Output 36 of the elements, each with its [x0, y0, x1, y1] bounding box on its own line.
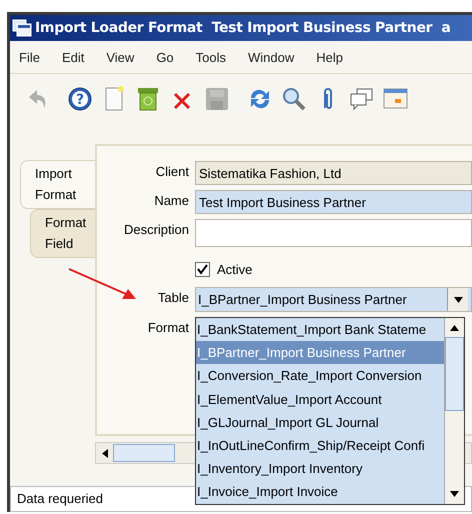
field-label: Description — [122, 221, 189, 237]
menu-item[interactable]: File — [19, 50, 40, 64]
menu-item[interactable]: View — [106, 50, 134, 64]
menu-item[interactable]: Help — [316, 50, 344, 64]
list-option[interactable]: I_GLJournal_Import GL Journal — [196, 410, 444, 434]
tab[interactable]: Import Format — [20, 160, 97, 209]
search-icon[interactable] — [281, 86, 307, 112]
scroll-thumb[interactable] — [113, 444, 175, 462]
list-option[interactable]: I_InOutLineConfirm_Ship/Receipt Confi — [196, 434, 444, 458]
checkbox[interactable] — [195, 262, 210, 276]
checkbox-label: Active — [217, 262, 252, 276]
name-field[interactable]: Test Import Business Partner — [195, 190, 472, 214]
help-icon[interactable]: ? — [68, 86, 94, 112]
list-option[interactable]: I_Inventory_Import Inventory — [196, 457, 444, 480]
description-field[interactable] — [195, 219, 472, 247]
tab[interactable]: Format Field — [30, 209, 95, 258]
field-label: Client — [154, 163, 189, 179]
window-title: Import Loader Format Test Import Business Partner a — [35, 20, 451, 36]
list-option[interactable]: I_ElementValue_Import Account — [196, 388, 444, 411]
menu-item[interactable]: Window — [248, 50, 294, 64]
list-option[interactable]: I_Conversion_Rate_Import Conversion — [196, 364, 444, 388]
menu-item[interactable]: Edit — [62, 50, 84, 64]
list-option[interactable]: I_BankStatement_Import Bank Stateme — [196, 318, 444, 342]
menu-item[interactable]: Go — [156, 50, 174, 64]
scroll-up-icon[interactable] — [450, 325, 459, 331]
menu-item[interactable]: Tools — [196, 50, 226, 64]
speech-bubbles-icon[interactable] — [349, 86, 375, 112]
field-label: Format — [146, 319, 189, 335]
field-label: Name — [153, 192, 189, 208]
scroll-left-icon[interactable] — [102, 448, 108, 458]
scroll-thumb[interactable] — [445, 337, 464, 411]
field-label: Table — [156, 289, 189, 305]
client-field[interactable]: Sistematika Fashion, Ltd — [195, 161, 472, 185]
scroll-down-icon[interactable] — [450, 491, 459, 497]
vertical-scrollbar[interactable] — [444, 318, 464, 504]
window-icon — [12, 19, 32, 37]
